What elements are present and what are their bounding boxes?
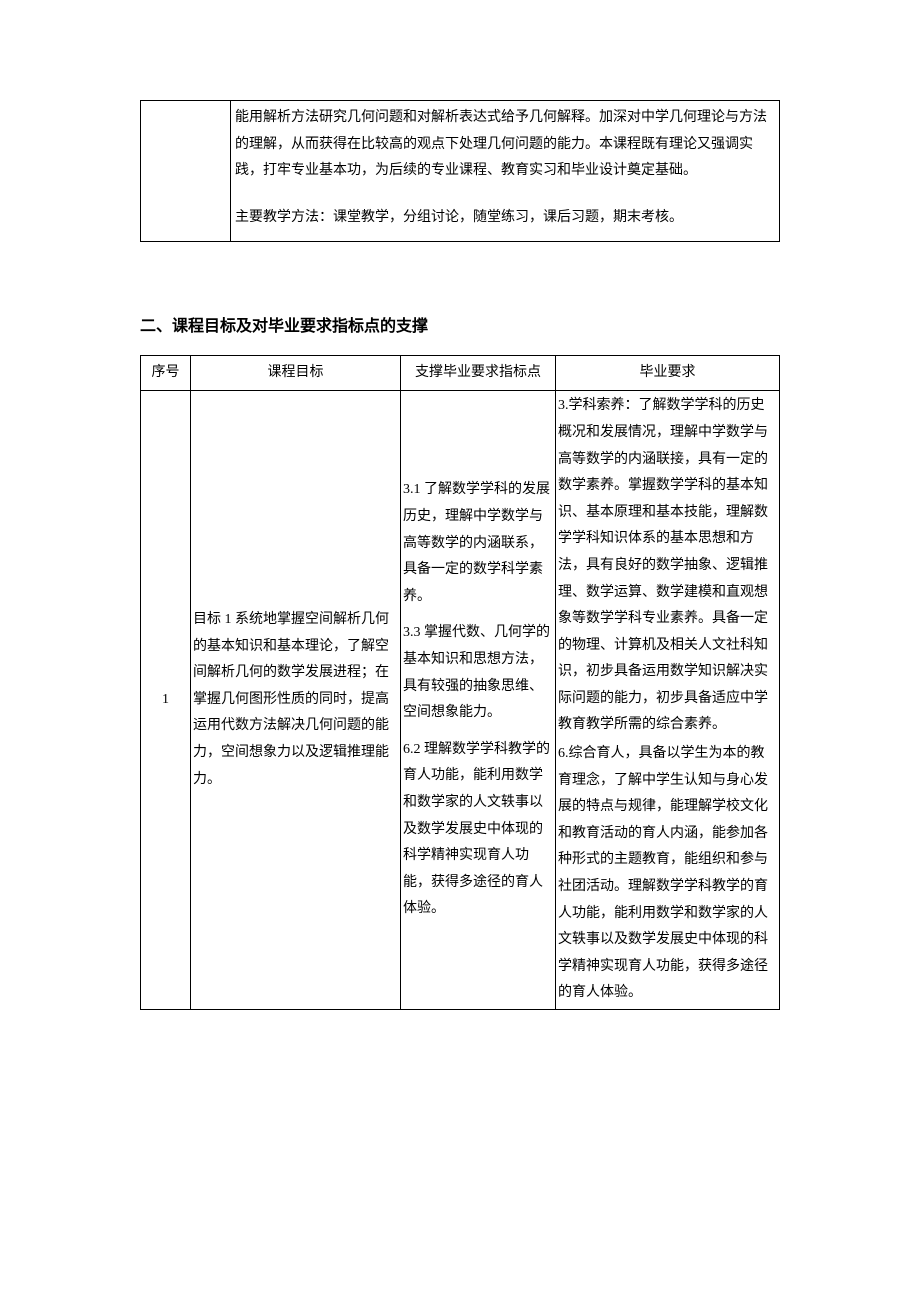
cell-req: 3.学科索养：了解数学学科的历史概况和发展情况，理解中学数学与高等数学的内涵联接… [556, 391, 780, 1010]
indicator-item: 3.1 了解数学学科的发展历史，理解中学数学与高等数学的内涵联系，具备一定的数学… [403, 477, 553, 610]
header-goal: 课程目标 [191, 355, 401, 391]
course-intro-table: 能用解析方法研究几何问题和对解析表达式给予几何解释。加深对中学几何理论与方法的理… [140, 100, 780, 242]
table-header-row: 序号 课程目标 支撑毕业要求指标点 毕业要求 [141, 355, 780, 391]
header-indicator: 支撑毕业要求指标点 [401, 355, 556, 391]
table-row: 1 目标 1 系统地掌握空间解析几何的基本知识和基本理论，了解空间解析几何的数学… [141, 391, 780, 1010]
req-item: 6.综合育人，具备以学生为本的教育理念，了解中学生认知与身心发展的特点与规律，能… [558, 741, 777, 1007]
indicator-item: 6.2 理解数学学科教学的育人功能，能利用数学和数学家的人文轶事以及数学发展史中… [403, 737, 553, 923]
section-2-heading: 二、课程目标及对毕业要求指标点的支撑 [140, 312, 780, 342]
cell-goal: 目标 1 系统地掌握空间解析几何的基本知识和基本理论，了解空间解析几何的数学发展… [191, 391, 401, 1010]
indicator-item: 3.3 掌握代数、几何学的基本知识和思想方法，具有较强的抽象思维、空间想象能力。 [403, 620, 553, 726]
intro-right-cell: 能用解析方法研究几何问题和对解析表达式给予几何解释。加深对中学几何理论与方法的理… [231, 101, 780, 242]
header-req: 毕业要求 [556, 355, 780, 391]
header-seq: 序号 [141, 355, 191, 391]
cell-indicator: 3.1 了解数学学科的发展历史，理解中学数学与高等数学的内涵联系，具备一定的数学… [401, 391, 556, 1010]
intro-paragraph-1: 能用解析方法研究几何问题和对解析表达式给予几何解释。加深对中学几何理论与方法的理… [235, 105, 775, 185]
cell-seq: 1 [141, 391, 191, 1010]
objectives-table: 序号 课程目标 支撑毕业要求指标点 毕业要求 1 目标 1 系统地掌握空间解析几… [140, 355, 780, 1010]
intro-left-cell [141, 101, 231, 242]
intro-paragraph-2: 主要教学方法：课堂教学，分组讨论，随堂练习，课后习题，期末考核。 [235, 205, 775, 232]
req-item: 3.学科索养：了解数学学科的历史概况和发展情况，理解中学数学与高等数学的内涵联接… [558, 393, 777, 739]
